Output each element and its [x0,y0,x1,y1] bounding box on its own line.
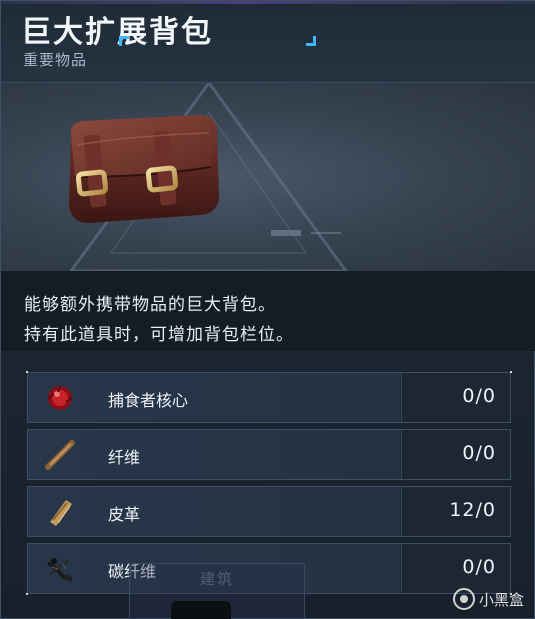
material-row: 纤维 0/0 [27,429,511,480]
build-label: 建筑 [200,570,235,588]
material-count-cell: 0/0 [401,430,510,479]
item-category: 重要物品 [23,51,88,69]
item-title: 巨大扩展背包 [21,15,213,50]
carbon-fiber-icon [47,558,73,581]
material-name-cell: 皮革 [28,487,400,536]
frame-top-border [1,1,535,4]
material-row: 捕食者核心 0/0 [27,372,511,423]
watermark-text: 小黑盒 [478,590,524,609]
material-count-cell: 0/0 [401,544,510,593]
material-name-cell: 纤维 [28,430,400,479]
material-count: 0/0 [462,556,496,578]
description-line: 持有此道具时，可增加背包栏位。 [24,325,294,345]
material-count: 0/0 [462,385,496,407]
selection-corner-icon [306,36,316,46]
corner-tick [26,593,28,595]
material-row: 皮革 12/0 [27,486,511,537]
material-count-cell: 0/0 [401,373,510,422]
fiber-icon [45,440,75,470]
item-description: 能够额外携带物品的巨大背包。 持有此道具时，可增加背包栏位。 [1,271,535,351]
item-detail-panel: 巨大扩展背包 重要物品 能够额外携带物品的巨大背包。 持有此道具时，可增加背包栏… [0,0,535,619]
material-name: 纤维 [108,448,141,467]
leather-icon [50,500,72,526]
watermark-logo-icon [452,588,475,610]
material-count: 12/0 [449,499,496,521]
material-count-cell: 12/0 [401,487,510,536]
item-header: 巨大扩展背包 重要物品 [1,1,535,83]
corner-tick [26,371,28,373]
material-name: 皮革 [108,505,141,524]
item-image-area [1,83,535,271]
selection-corner-icon [119,36,129,46]
material-count: 0/0 [462,442,496,464]
description-line: 能够额外携带物品的巨大背包。 [24,295,276,315]
corner-tick [510,371,512,373]
bottom-shadow [171,601,231,619]
leather-backpack-icon [69,115,219,223]
material-name-cell: 捕食者核心 [28,373,400,422]
material-name: 捕食者核心 [108,391,189,410]
predator-core-icon [47,385,73,410]
watermark: 小黑盒 [452,588,524,610]
